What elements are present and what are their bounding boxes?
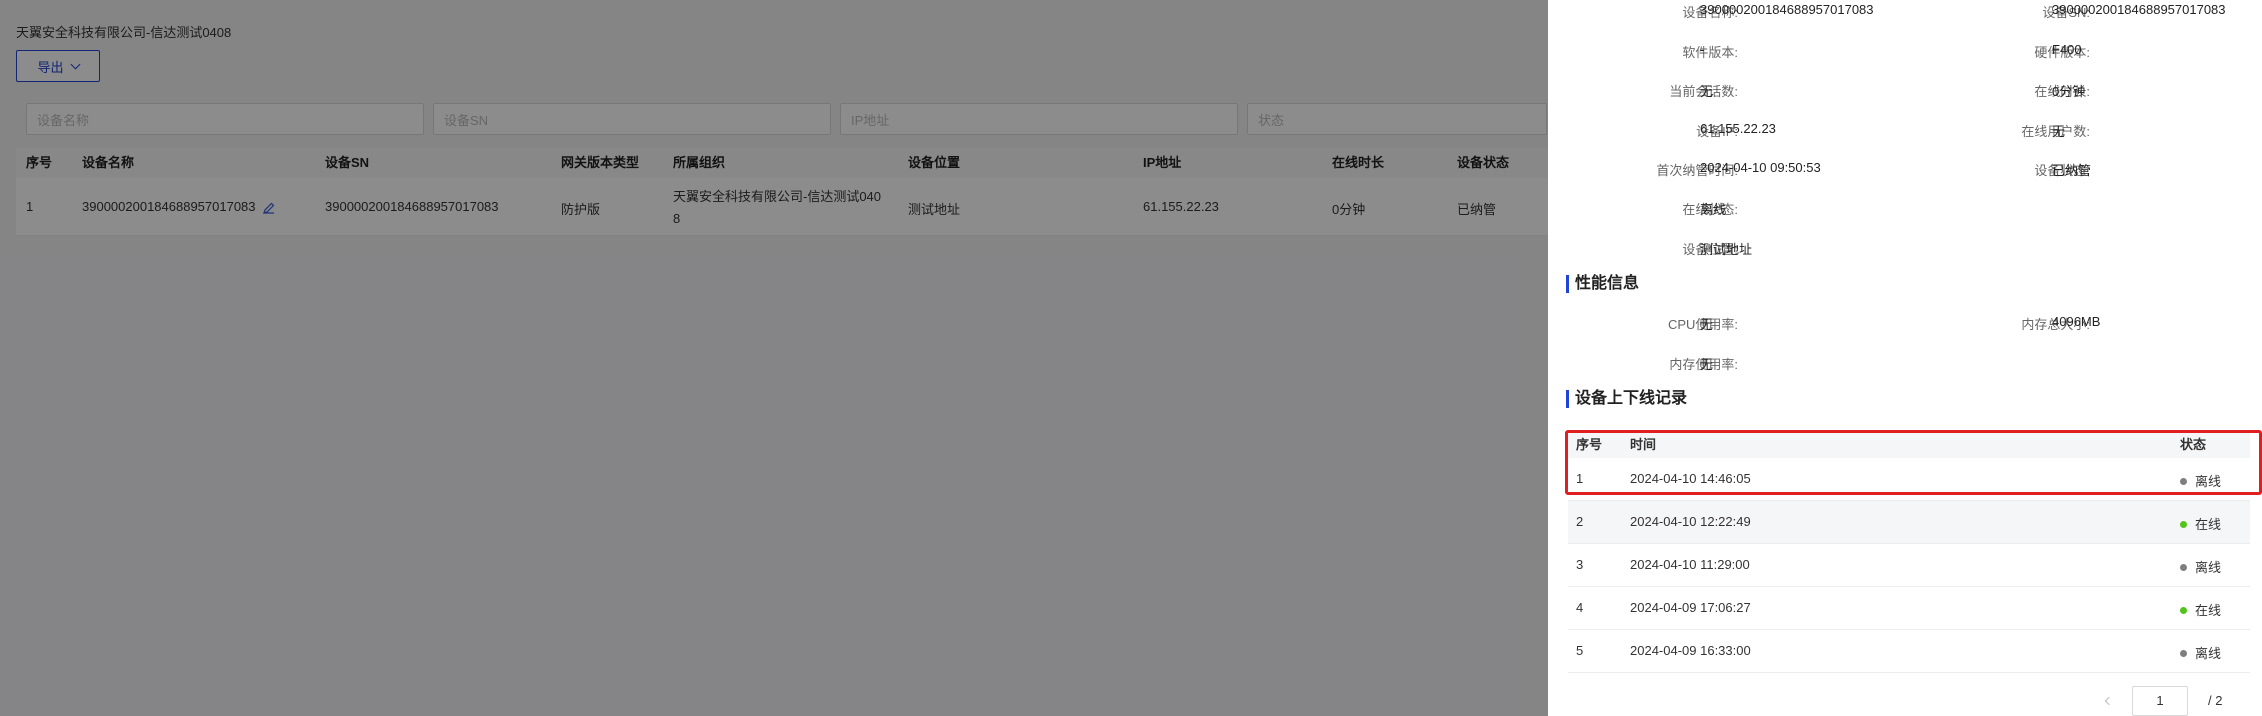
- records-col-status: 状态: [2180, 437, 2207, 452]
- records-row-index: 5: [1576, 643, 1584, 658]
- records-row-status-text: 在线: [2195, 517, 2222, 532]
- records-row-status-text: 离线: [2195, 474, 2222, 489]
- records-row-status-text: 离线: [2195, 646, 2222, 661]
- device-name-value: 390000200184688957017083: [1700, 2, 1874, 17]
- records-row[interactable]: 2 2024-04-10 12:22:49 在线: [1568, 501, 2250, 544]
- online-records-section-title: 设备上下线记录: [1566, 390, 1687, 408]
- records-row[interactable]: 1 2024-04-10 14:46:05 离线: [1568, 458, 2250, 501]
- records-row-index: 2: [1576, 514, 1584, 529]
- records-table-header: 序号 时间 状态: [1568, 430, 2250, 458]
- status-dot-online: [2180, 607, 2187, 615]
- device-status-value: 已纳管: [2052, 163, 2092, 178]
- records-row-time: 2024-04-10 12:22:49: [1630, 514, 1751, 529]
- first-managed-time-value: 2024-04-10 09:50:53: [1700, 160, 1821, 175]
- records-row-time: 2024-04-10 14:46:05: [1630, 471, 1751, 486]
- sessions-label: 当前会话数:: [1669, 84, 1738, 99]
- online-duration-value: 0分钟: [2052, 84, 2086, 99]
- records-row-status: 离线: [2180, 643, 2221, 662]
- records-row-status: 在线: [2180, 514, 2221, 533]
- modal-mask[interactable]: [0, 0, 1548, 716]
- device-detail-drawer: 设备名称: 390000200184688957017083 设备SN: 390…: [1548, 0, 2262, 716]
- records-row-index: 3: [1576, 557, 1584, 572]
- records-col-index: 序号: [1576, 437, 1603, 452]
- online-status-value: 离线: [1700, 202, 1727, 217]
- hardware-version-value: F400: [2052, 42, 2082, 57]
- records-row-status-text: 离线: [2195, 560, 2222, 575]
- chevron-left-icon: [2104, 696, 2114, 706]
- records-row-time: 2024-04-09 17:06:27: [1630, 600, 1751, 615]
- status-dot-offline: [2180, 478, 2187, 486]
- records-row-time: 2024-04-09 16:33:00: [1630, 643, 1751, 658]
- records-row[interactable]: 4 2024-04-09 17:06:27 在线: [1568, 587, 2250, 630]
- online-users-label: 在线用户数:: [2021, 124, 2090, 139]
- records-row-status: 在线: [2180, 600, 2221, 619]
- pagination-total: / 2: [2208, 693, 2223, 708]
- records-row[interactable]: 3 2024-04-10 11:29:00 离线: [1568, 544, 2250, 587]
- sessions-value: 无: [1700, 84, 1714, 99]
- device-location-value: 测试地址: [1700, 242, 1753, 257]
- software-version-value: -: [1700, 42, 1705, 57]
- records-row-status: 离线: [2180, 557, 2221, 576]
- pagination-prev-button[interactable]: [2100, 692, 2118, 710]
- status-dot-online: [2180, 521, 2187, 529]
- memory-usage-label: 内存使用率:: [1669, 357, 1738, 372]
- records-row[interactable]: 5 2024-04-09 16:33:00 离线: [1568, 630, 2250, 673]
- device-ip-value: 61.155.22.23: [1700, 121, 1776, 136]
- records-row-status-text: 在线: [2195, 603, 2222, 618]
- cpu-usage-label: CPU使用率:: [1667, 317, 1738, 332]
- status-dot-offline: [2180, 650, 2187, 658]
- records-row-index: 1: [1576, 471, 1584, 486]
- performance-section-title: 性能信息: [1566, 275, 1639, 293]
- status-dot-offline: [2180, 564, 2187, 572]
- memory-usage-value: 无: [1700, 357, 1714, 372]
- records-row-status: 离线: [2180, 471, 2221, 490]
- memory-total-value: 4096MB: [2052, 314, 2101, 329]
- records-row-time: 2024-04-10 11:29:00: [1630, 557, 1750, 572]
- pagination-page-input[interactable]: 1: [2132, 686, 2188, 716]
- records-col-time: 时间: [1630, 437, 1657, 452]
- device-sn-value: 390000200184688957017083: [2052, 2, 2226, 17]
- records-row-index: 4: [1576, 600, 1584, 615]
- software-version-label: 软件版本:: [1682, 45, 1738, 60]
- cpu-usage-value: 无: [1700, 317, 1714, 332]
- online-users-value: 无: [2052, 124, 2066, 139]
